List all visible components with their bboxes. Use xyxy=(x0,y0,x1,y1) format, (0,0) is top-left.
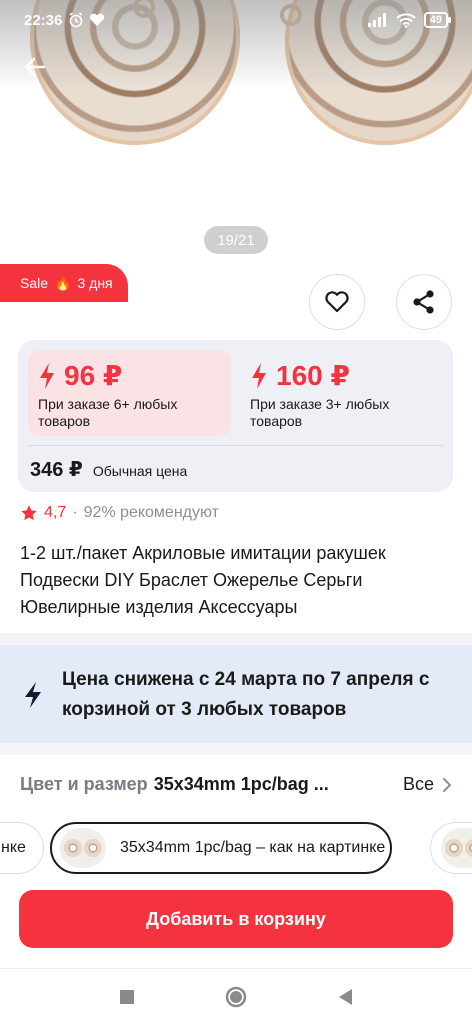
wifi-icon xyxy=(396,12,416,28)
variant-value: 35x34mm 1pc/bag ... xyxy=(153,774,329,794)
chevron-right-icon xyxy=(443,777,452,792)
lightning-icon xyxy=(252,363,266,389)
promo-text: Цена снижена с 24 марта по 7 апреля с ко… xyxy=(62,669,430,720)
status-bar: 22:36 49 xyxy=(0,0,472,40)
chip-label: нке xyxy=(1,839,26,856)
alarm-icon xyxy=(69,12,83,28)
home-icon[interactable] xyxy=(225,986,247,1008)
recents-icon[interactable] xyxy=(119,989,135,1005)
battery-indicator: 49 xyxy=(423,12,452,28)
favorite-button[interactable] xyxy=(309,274,365,330)
lightning-icon xyxy=(25,682,41,708)
system-nav-bar xyxy=(0,968,472,1024)
price-condition: При заказе 6+ любых товаров xyxy=(38,396,178,429)
variant-chip-selected[interactable]: 35x34mm 1pc/bag – как на картинке xyxy=(50,822,392,874)
variant-thumbnail xyxy=(60,828,106,868)
rating-score: 4,7 xyxy=(44,504,67,521)
fire-icon: 🔥 xyxy=(54,274,72,291)
sale-duration: 3 дня xyxy=(77,275,113,291)
regular-price-label: Обычная цена xyxy=(92,463,188,479)
show-all-label: Все xyxy=(402,774,434,794)
section-divider xyxy=(0,633,472,645)
back-button[interactable] xyxy=(18,50,52,84)
divider xyxy=(28,445,443,446)
variant-label: Цвет и размер xyxy=(20,774,148,794)
status-time: 22:36 xyxy=(24,11,63,29)
share-button[interactable] xyxy=(396,274,452,330)
arrow-left-icon xyxy=(24,57,46,77)
variant-chips: нке 35x34mm 1pc/bag – как на картинке xyxy=(0,820,472,876)
rating-row[interactable]: 4,7 · 92% рекомендуют xyxy=(20,504,219,522)
price-condition: При заказе 3+ любых товаров xyxy=(250,396,390,429)
price-card: 96 ₽ При заказе 6+ любых товаров 160 ₽ П… xyxy=(18,340,453,492)
share-icon xyxy=(413,290,434,314)
back-nav-icon[interactable] xyxy=(337,988,353,1006)
price-value: 160 ₽ xyxy=(276,360,350,391)
variant-chip[interactable] xyxy=(430,822,472,874)
star-icon xyxy=(21,505,37,521)
section-divider xyxy=(0,743,472,755)
regular-price: 346 ₽ Обычная цена xyxy=(30,457,187,482)
image-counter: 19/21 xyxy=(204,226,268,254)
recommend-text: 92% рекомендуют xyxy=(83,504,219,521)
add-to-cart-button[interactable]: Добавить в корзину xyxy=(19,890,453,948)
variant-chip[interactable]: нке xyxy=(0,822,44,874)
price-option-3plus[interactable]: 160 ₽ При заказе 3+ любых товаров xyxy=(240,350,445,436)
heart-status-icon xyxy=(90,13,105,26)
product-title: 1-2 шт./пакет Акриловые имитации ракушек… xyxy=(20,543,386,617)
lightning-icon xyxy=(40,363,54,389)
sale-badge: Sale 🔥 3 дня xyxy=(0,264,128,302)
signal-icon xyxy=(367,13,386,27)
show-all-link[interactable]: Все xyxy=(403,774,452,795)
price-option-6plus[interactable]: 96 ₽ При заказе 6+ любых товаров xyxy=(28,350,231,436)
chip-label: 35x34mm 1pc/bag – как на картинке xyxy=(120,839,386,856)
variant-selector[interactable]: Цвет и размер 35x34mm 1pc/bag ... Все xyxy=(20,774,452,795)
heart-icon xyxy=(325,291,349,313)
promo-banner: Цена снижена с 24 марта по 7 апреля с ко… xyxy=(0,645,472,743)
price-value: 96 ₽ xyxy=(64,360,123,391)
rating-separator: · xyxy=(72,504,78,521)
regular-price-value: 346 ₽ xyxy=(30,459,83,481)
sale-label: Sale xyxy=(20,275,49,291)
variant-thumbnail xyxy=(441,828,472,868)
